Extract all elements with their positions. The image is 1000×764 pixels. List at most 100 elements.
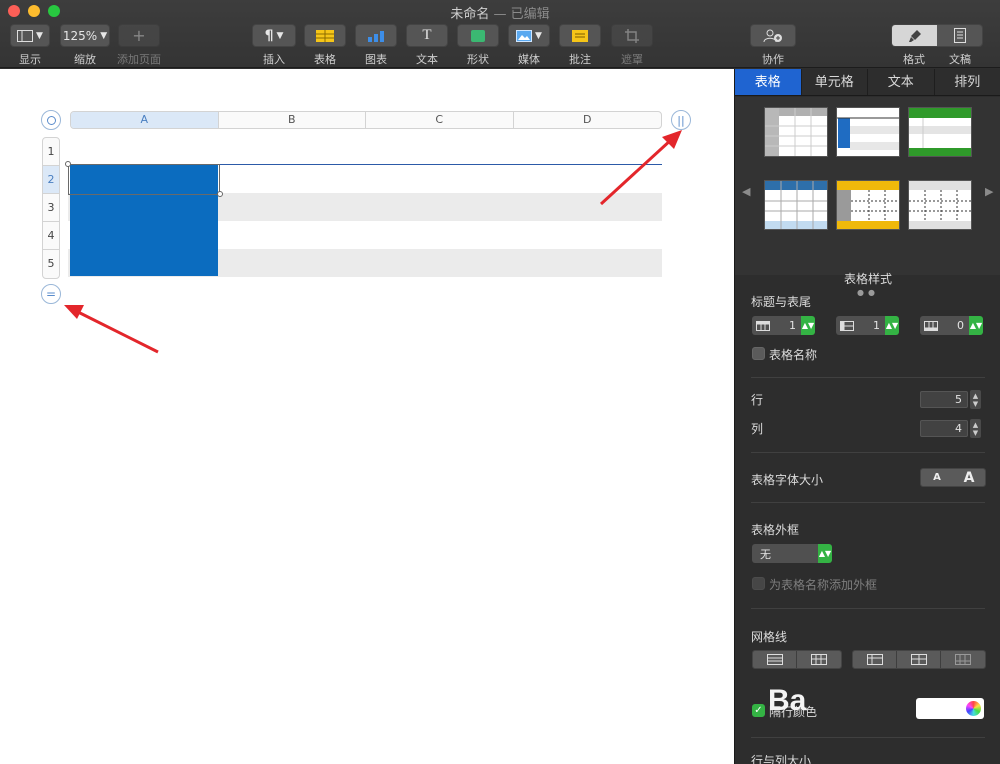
stepper-arrows-icon[interactable]: ▲▼ [818, 544, 832, 563]
header-columns-value: 1 [858, 316, 885, 335]
view-label: 显示 [19, 53, 41, 66]
stepper-arrows-icon[interactable]: ▲▼ [801, 316, 815, 335]
table-name-checkbox[interactable] [752, 347, 765, 360]
header-column-gridlines-button[interactable] [897, 651, 941, 668]
header-row-gridlines-button[interactable] [853, 651, 897, 668]
vertical-gridlines-button[interactable] [797, 651, 841, 668]
window-title: 未命名 — 已编辑 [0, 3, 1000, 22]
header-columns-stepper[interactable]: 1 ▲▼ [836, 316, 899, 335]
text-label: 文本 [416, 53, 438, 66]
media-label: 媒体 [518, 53, 540, 66]
format-label: 格式 [903, 53, 925, 66]
outline-name-label: 为表格名称添加外框 [769, 578, 878, 592]
table-style-5[interactable] [836, 180, 900, 230]
table-outline-label: 表格外框 [751, 523, 800, 537]
annotation-arrows [64, 130, 682, 354]
shape-button[interactable] [457, 24, 499, 47]
comment-button[interactable] [559, 24, 601, 47]
row-column-size-label: 行与列大小 [751, 754, 812, 764]
rows-value[interactable]: 5 [920, 391, 968, 408]
table-style-6-preview [909, 181, 971, 229]
text-button[interactable]: T [406, 24, 448, 47]
add-page-button[interactable]: + [118, 24, 160, 47]
document-canvas[interactable]: A B C D || 1 2 3 4 5 = [0, 69, 734, 764]
header-rows-stepper[interactable]: 1 ▲▼ [752, 316, 815, 335]
chart-button[interactable] [355, 24, 397, 47]
table-style-1[interactable] [764, 107, 828, 157]
decrease-font-button[interactable]: A [921, 469, 953, 486]
gridlines-body-buttons [752, 650, 842, 669]
header-column-grid-icon [910, 654, 927, 665]
arrow-to-column-handle [599, 130, 682, 206]
vertical-lines-icon [811, 654, 827, 665]
small-a-icon: A [933, 472, 941, 483]
increase-font-button[interactable]: A [953, 469, 985, 486]
chevron-down-icon: ▼ [36, 30, 43, 41]
zoom-value: 125% [62, 28, 98, 43]
divider [751, 502, 985, 503]
format-button[interactable] [892, 25, 937, 46]
color-wheel-icon[interactable] [966, 701, 981, 716]
columns-stepper[interactable]: 4 ▲ ▼ [920, 419, 981, 438]
table-style-4[interactable] [764, 180, 828, 230]
paragraph-icon: ¶ [264, 27, 274, 44]
insert-button[interactable]: ¶ ▼ [252, 24, 296, 47]
add-person-icon [763, 29, 782, 42]
font-size-label: 表格字体大小 [751, 473, 824, 487]
table-style-4-preview [765, 181, 827, 229]
media-button[interactable]: ▼ [508, 24, 550, 47]
horizontal-gridlines-button[interactable] [753, 651, 797, 668]
stepper-arrows-icon[interactable]: ▲▼ [969, 316, 983, 335]
tab-text[interactable]: 文本 [868, 69, 935, 95]
outline-name-checkbox[interactable] [752, 577, 765, 590]
tab-table[interactable]: 表格 [735, 69, 802, 95]
table-style-2[interactable] [836, 107, 900, 157]
columns-value[interactable]: 4 [920, 420, 968, 437]
alternate-rows-checkbox[interactable]: ✓ [752, 704, 765, 717]
view-button[interactable]: ▼ [10, 24, 50, 47]
table-button[interactable] [304, 24, 346, 47]
table-outline-select[interactable]: 无 ▲▼ [752, 544, 832, 563]
zoom-label: 缩放 [74, 53, 96, 66]
table-style-3-preview [909, 108, 971, 156]
alternate-row-color-well[interactable] [916, 698, 984, 719]
footer-gridlines-button[interactable] [941, 651, 985, 668]
inspector-toggle [891, 24, 983, 47]
chevron-left-icon[interactable]: ◀ [742, 185, 750, 198]
add-page-label: 添加页面 [117, 53, 161, 66]
paintbrush-icon [908, 29, 921, 42]
collaborate-button[interactable] [750, 24, 796, 47]
table-styles-panel: ◀ ▶ 表格样式 ●● [735, 97, 1000, 297]
gridlines-header-buttons [852, 650, 986, 669]
document-icon [953, 28, 966, 43]
table-style-5-preview [837, 181, 899, 229]
stepper-arrows-icon[interactable]: ▲▼ [970, 419, 981, 438]
footer-rows-stepper[interactable]: 0 ▲▼ [920, 316, 983, 335]
chevron-right-icon[interactable]: ▶ [985, 185, 993, 198]
rows-label: 行 [751, 393, 764, 407]
table-styles-label: 表格样式 [843, 272, 892, 286]
tab-arrange[interactable]: 排列 [935, 69, 1000, 95]
tab-cell[interactable]: 单元格 [802, 69, 868, 95]
mask-button[interactable] [611, 24, 653, 47]
chevron-down-icon: ▼ [535, 30, 542, 41]
stepper-arrows-icon[interactable]: ▲▼ [970, 390, 981, 409]
document-button[interactable] [937, 25, 982, 46]
photo-icon [516, 29, 533, 42]
large-a-icon: A [963, 469, 975, 486]
rows-stepper[interactable]: 5 ▲ ▼ [920, 390, 981, 409]
pages-window: 未命名 — 已编辑 ▼ 显示 125% ▼ 缩放 + 添加页面 ¶ ▼ 插入 表… [0, 0, 1000, 764]
zoom-select[interactable]: 125% ▼ [60, 24, 110, 47]
table-style-2-preview [837, 117, 899, 150]
chart-icon [368, 30, 384, 42]
header-grid-icon [866, 654, 883, 665]
text-icon: T [422, 27, 432, 43]
document-status: — 已编辑 [493, 7, 550, 22]
table-style-3[interactable] [908, 107, 972, 157]
table-style-1-preview [765, 108, 827, 156]
font-size-buttons: A A [920, 468, 986, 487]
sidebar-icon [17, 29, 34, 42]
table-style-6[interactable] [908, 180, 972, 230]
stepper-arrows-icon[interactable]: ▲▼ [885, 316, 899, 335]
crop-icon [625, 28, 639, 43]
